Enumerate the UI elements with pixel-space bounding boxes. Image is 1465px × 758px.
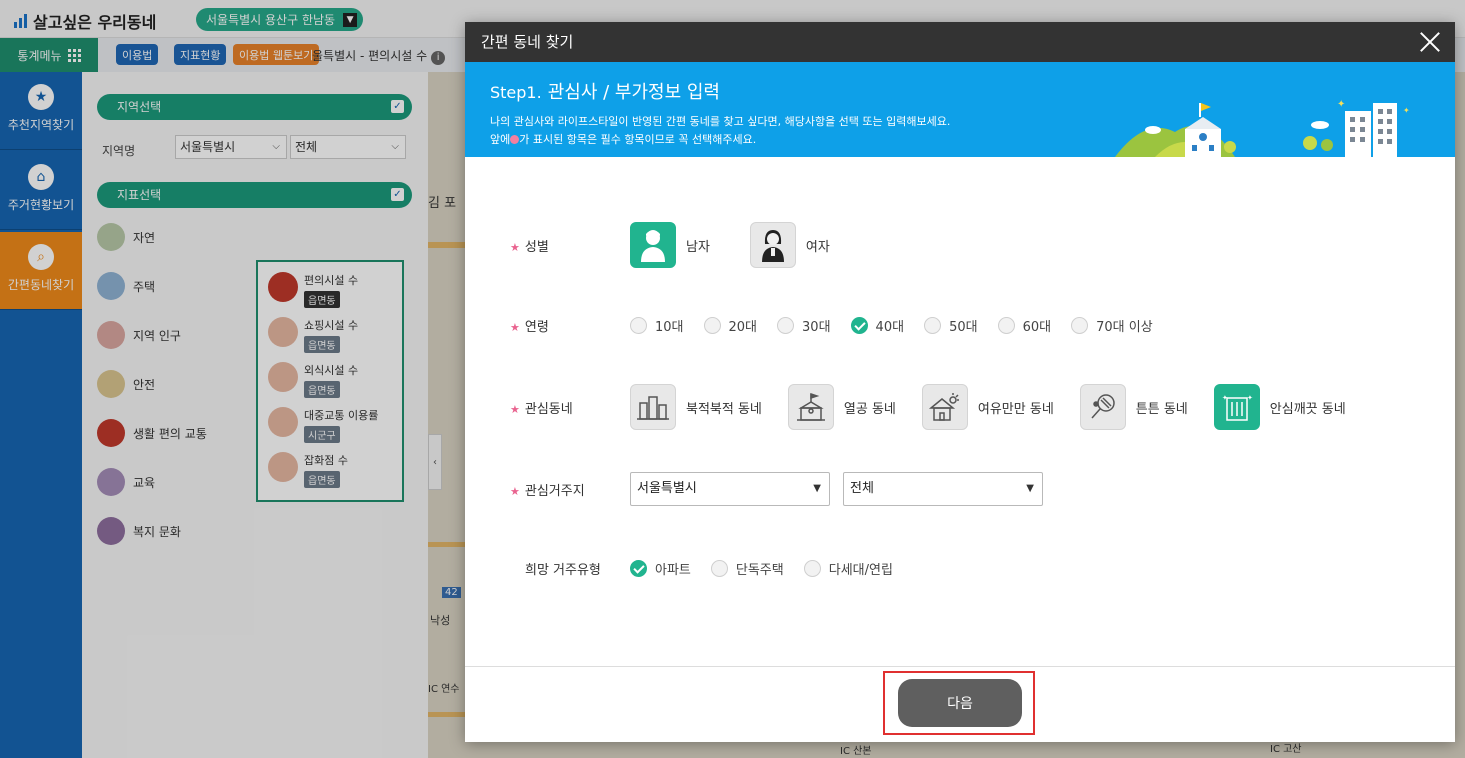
age-10s-radio[interactable]: 10대 [630,316,684,335]
chevron-down-icon: ▼ [1026,483,1034,494]
age-60s-radio[interactable]: 60대 [997,316,1052,335]
interest-relax-option[interactable]: 여유만만 동네 [921,384,1054,430]
checked-radio-icon[interactable] [850,317,868,334]
checked-circle-icon[interactable] [630,560,647,577]
chevron-down-icon: ▼ [813,483,821,494]
house-sun-icon[interactable] [921,384,968,430]
radio-circle-icon[interactable] [777,317,795,334]
radio-circle-icon[interactable] [630,317,647,334]
close-icon[interactable] [1419,31,1441,53]
gender-male-option[interactable]: 남자 [630,222,710,268]
age-option-label: 30대 [802,320,831,335]
age-option-label: 20대 [728,320,758,335]
gender-male-label: 남자 [686,239,710,255]
interest-study-option[interactable]: 열공 동네 [787,384,896,430]
interest-option-label: 안심깨끗 동네 [1269,401,1346,417]
interest-label: ★ 관심동네 [510,398,630,417]
description-post: 가 표시된 항목은 필수 항목이므로 꼭 선택해주세요. [519,133,757,146]
age-option-label: 40대 [875,320,905,335]
modal-footer: 다음 [465,666,1455,742]
buildings-icon[interactable] [630,384,676,430]
radio-circle-icon[interactable] [924,317,942,334]
required-star-icon: ★ [510,402,520,416]
modal-title: 간편 동네 찾기 [481,33,574,51]
required-star-icon: ★ [510,321,520,334]
svg-text:✦: ✦ [1403,106,1410,115]
age-70s-radio[interactable]: 70대 이상 [1071,316,1153,335]
age-label-text: 연령 [524,320,549,335]
residence-row: ★ 관심거주지 서울특별시 ▼ 전체 ▼ [510,472,1043,506]
housing-option-label: 아파트 [655,563,691,578]
gender-label-text: 성별 [524,239,549,255]
interest-option-label: 북적북적 동네 [686,401,762,417]
housing-apartment-checkbox[interactable]: 아파트 [630,559,691,578]
circle-icon[interactable] [710,560,728,577]
age-20s-radio[interactable]: 20대 [703,316,758,335]
highlight-frame: 다음 [883,671,1035,735]
age-40s-radio[interactable]: 40대 [850,316,905,335]
housing-label: 희망 거주유형 [525,563,601,578]
residence-city-select[interactable]: 서울특별시 ▼ [630,472,830,506]
modal-header: 간편 동네 찾기 [465,22,1455,62]
radio-circle-icon[interactable] [1071,317,1089,334]
residence-city-value: 서울특별시 [637,481,697,496]
circle-icon[interactable] [803,560,821,577]
description-line-2: 앞에 가 표시된 항목은 필수 항목이므로 꼭 선택해주세요. [490,131,950,149]
step-description: 나의 관심사와 라이프스타일이 반영된 간편 동네를 찾고 싶다면, 해당사항을… [490,113,950,149]
school-icon[interactable] [787,384,834,430]
gender-female-label: 여자 [805,239,830,255]
housing-option-label: 다세대/연립 [828,563,893,578]
age-option-label: 70대 이상 [1096,320,1153,335]
age-option-label: 60대 [1022,320,1052,335]
gender-label: ★ 성별 [510,236,630,255]
housing-row: 희망 거주유형 아파트 단독주택 다세대/연립 [510,559,913,578]
svg-text:✦: ✦ [1247,394,1253,402]
residence-district-select[interactable]: 전체 ▼ [843,472,1043,506]
radio-circle-icon[interactable] [703,317,721,334]
interest-busy-option[interactable]: 북적북적 동네 [630,384,762,430]
step-title: Step1. 관심사 / 부가정보 입력 [490,78,720,104]
gender-row: ★ 성별 남자 여자 [510,222,870,268]
required-star-icon: ★ [510,484,520,498]
interest-option-label: 여유만만 동네 [977,401,1054,417]
age-option-label: 50대 [949,320,978,335]
female-person-icon[interactable] [749,222,796,268]
interest-option-label: 열공 동네 [843,401,896,417]
description-line-1: 나의 관심사와 라이프스타일이 반영된 간편 동네를 찾고 싶다면, 해당사항을… [490,115,951,128]
gender-female-option[interactable]: 여자 [749,222,830,268]
age-30s-radio[interactable]: 30대 [777,316,831,335]
residence-district-value: 전체 [850,481,874,496]
easy-neighborhood-modal: 간편 동네 찾기 Step1. 관심사 / 부가정보 입력 나의 관심사와 라이프… [465,22,1455,742]
required-star-icon: ★ [510,240,520,254]
age-50s-radio[interactable]: 50대 [924,316,978,335]
interest-option-label: 튼튼 동네 [1135,401,1188,417]
clean-building-icon[interactable]: ✦ ✦ [1213,384,1260,430]
interest-healthy-option[interactable]: 튼튼 동네 [1079,384,1188,430]
age-option-label: 10대 [655,320,684,335]
residence-label-text: 관심거주지 [524,483,585,499]
step-banner: Step1. 관심사 / 부가정보 입력 나의 관심사와 라이프스타일이 반영된 … [465,62,1455,157]
next-button[interactable]: 다음 [898,679,1022,727]
radio-circle-icon[interactable] [997,317,1015,334]
housing-multiplex-checkbox[interactable]: 다세대/연립 [803,559,893,578]
interest-row: ★ 관심동네 북적북적 동네 열공 동네 여유만만 동네 튼튼 동네 ✦ ✦ 안심깨… [510,384,1346,430]
age-row: ★ 연령 10대 20대 30대 40대 50대 60대 70대 이상 [510,316,1173,335]
step-number: Step1. [490,83,542,102]
housing-detached-checkbox[interactable]: 단독주택 [710,559,784,578]
male-person-icon[interactable] [630,222,676,268]
interest-label-text: 관심동네 [524,401,573,417]
town-illustration-icon: ✦ ✦ [1115,99,1410,157]
age-label: ★ 연령 [510,316,630,335]
description-pre: 앞에 [490,133,511,146]
housing-option-label: 단독주택 [735,563,784,578]
svg-text:✦: ✦ [1337,99,1345,110]
svg-text:✦: ✦ [1222,394,1228,402]
tennis-racket-icon[interactable] [1079,384,1126,430]
residence-label: ★ 관심거주지 [510,480,630,499]
step-title-text: 관심사 / 부가정보 입력 [547,82,720,103]
required-dot-icon [510,135,520,144]
interest-clean-option[interactable]: ✦ ✦ 안심깨끗 동네 [1213,384,1346,430]
